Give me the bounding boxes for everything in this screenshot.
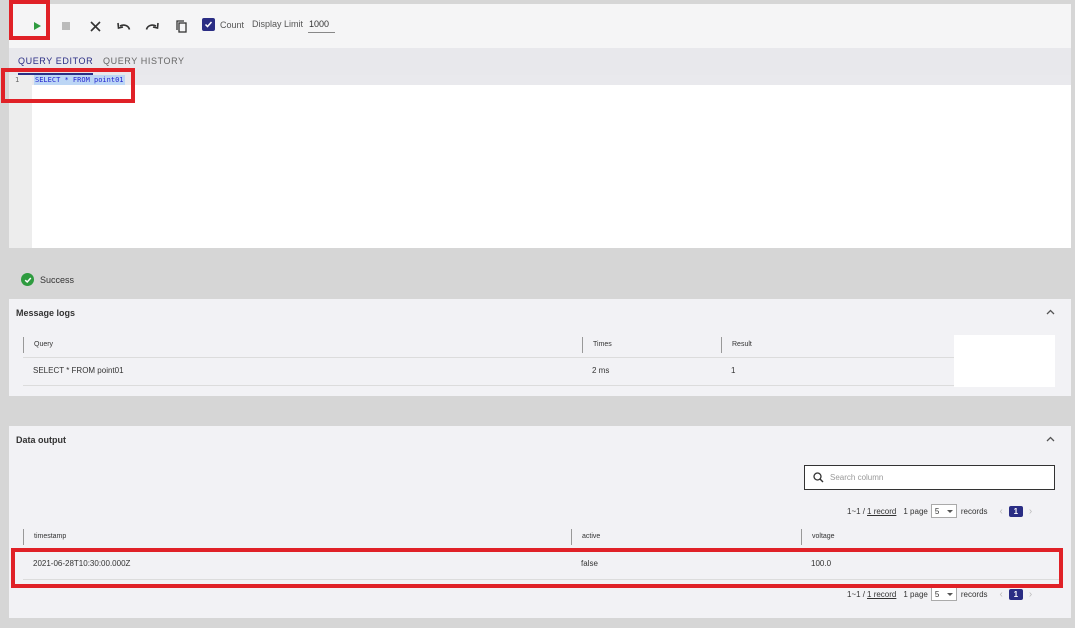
code-highlight (1, 68, 135, 103)
message-logs-panel: Message logs Query Times Result SELECT *… (9, 299, 1071, 396)
log-side-area (954, 335, 1055, 387)
redo-icon (145, 22, 159, 30)
page-count: 1 page (903, 589, 928, 599)
row-divider (23, 385, 954, 386)
records-count-link[interactable]: 1 record (867, 507, 896, 516)
records-label: records (960, 589, 988, 599)
next-page-button[interactable]: › (1029, 506, 1032, 517)
editor-tabs: QUERY EDITOR QUERY HISTORY (9, 48, 1071, 75)
records-label: records (960, 506, 988, 516)
prev-page-button[interactable]: ‹ (1000, 506, 1003, 517)
stop-icon (62, 22, 70, 30)
page-size-select[interactable]: 5 (930, 587, 957, 601)
count-label: Count (220, 20, 245, 30)
page-count: 1 page (903, 506, 928, 516)
log-cell-query: SELECT * FROM point01 (33, 366, 124, 375)
data-output-panel: Data output 1~1 / 1 record 1 page 5 reco… (9, 426, 1071, 618)
chevron-up-icon (1046, 309, 1054, 315)
editor-toolbar: Count Display Limit (9, 4, 1071, 48)
copy-icon (175, 19, 187, 33)
page-size-select[interactable]: 5 (930, 504, 957, 518)
pagination-bottom: 1~1 / 1 record 1 page 5 records ‹ 1 › (847, 586, 1032, 602)
success-check-icon (21, 273, 34, 286)
display-limit-input[interactable] (308, 15, 335, 33)
code-editor[interactable]: 1 SELECT * FROM point01 (9, 75, 1071, 248)
column-header-result[interactable]: Result (721, 337, 954, 353)
log-cell-times: 2 ms (592, 366, 610, 375)
records-count-link[interactable]: 1 record (867, 590, 896, 599)
checkbox-checked-icon (204, 21, 213, 28)
close-icon (89, 20, 101, 32)
column-header-times[interactable]: Times (582, 337, 721, 353)
run-button-highlight (9, 0, 50, 40)
row-highlight (11, 548, 1063, 588)
status-text: Success (40, 274, 75, 285)
count-checkbox[interactable] (202, 18, 215, 31)
page-number-button[interactable]: 1 (1008, 505, 1023, 517)
collapse-data-output-button[interactable] (1043, 432, 1057, 446)
page-number-button[interactable]: 1 (1008, 588, 1023, 600)
pagination-top: 1~1 / 1 record 1 page 5 records ‹ 1 › (847, 503, 1032, 519)
undo-button[interactable] (112, 14, 136, 38)
data-output-title: Data output (16, 435, 66, 445)
log-cell-result: 1 (731, 366, 736, 375)
display-limit-label: Display Limit (252, 19, 304, 29)
redo-button[interactable] (140, 14, 164, 38)
chevron-down-icon (946, 510, 953, 513)
search-icon (813, 472, 824, 483)
column-header-query[interactable]: Query (23, 337, 582, 353)
prev-page-button[interactable]: ‹ (1000, 589, 1003, 600)
search-column-input[interactable] (830, 473, 1040, 482)
pagination-range: 1~1 / (847, 589, 866, 599)
pagination-range: 1~1 / (847, 506, 866, 516)
header-divider (23, 357, 954, 358)
search-column-box[interactable] (804, 465, 1055, 490)
chevron-up-icon (1046, 436, 1054, 442)
message-logs-table: Query Times Result SELECT * FROM point01… (23, 337, 954, 387)
stop-button[interactable] (54, 14, 78, 38)
query-status: Success (21, 273, 74, 286)
column-header-active[interactable]: active (571, 529, 801, 545)
query-editor-panel: Count Display Limit QUERY EDITOR QUERY H… (9, 4, 1071, 248)
copy-button[interactable] (169, 14, 193, 38)
active-line (9, 75, 1071, 85)
undo-icon (117, 22, 131, 30)
chevron-down-icon (946, 593, 953, 596)
next-page-button[interactable]: › (1029, 589, 1032, 600)
clear-button[interactable] (83, 14, 107, 38)
column-header-voltage[interactable]: voltage (801, 529, 1059, 545)
column-header-timestamp[interactable]: timestamp (23, 529, 571, 545)
message-logs-title: Message logs (16, 308, 76, 318)
collapse-message-logs-button[interactable] (1043, 305, 1057, 319)
